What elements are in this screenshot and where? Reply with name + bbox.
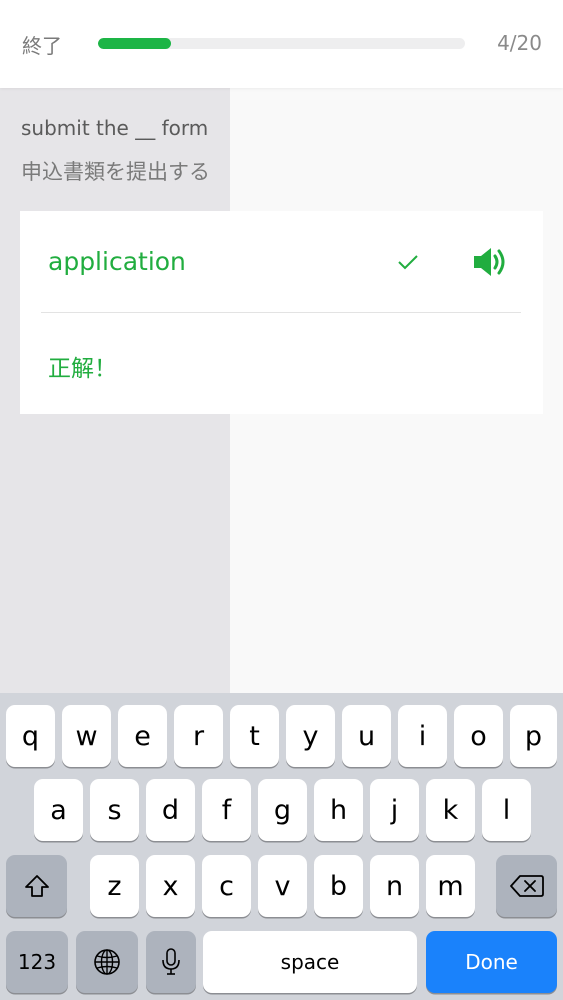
answer-input[interactable]: application <box>48 247 186 276</box>
question-sentence-en: submit the __ form <box>21 116 209 140</box>
key-r[interactable]: r <box>174 705 223 767</box>
progress-count: 4/20 <box>497 31 542 55</box>
key-p[interactable]: p <box>510 705 557 767</box>
speaker-icon[interactable] <box>472 245 508 279</box>
answer-card: application 正解！ <box>20 211 543 414</box>
key-v[interactable]: v <box>258 855 307 917</box>
key-l[interactable]: l <box>482 779 531 841</box>
quit-button[interactable]: 終了 <box>22 30 62 59</box>
key-g[interactable]: g <box>258 779 307 841</box>
globe-icon <box>94 949 120 975</box>
keyboard: q w e r t y u i o p a s d f g h j k l z … <box>0 693 563 1000</box>
space-key[interactable]: space <box>203 931 417 993</box>
key-j[interactable]: j <box>370 779 419 841</box>
key-z[interactable]: z <box>90 855 139 917</box>
shift-icon <box>24 875 49 897</box>
key-d[interactable]: d <box>146 779 195 841</box>
key-c[interactable]: c <box>202 855 251 917</box>
key-o[interactable]: o <box>454 705 503 767</box>
globe-key[interactable] <box>76 931 138 993</box>
done-key[interactable]: Done <box>426 931 557 993</box>
key-b[interactable]: b <box>314 855 363 917</box>
progress-bar <box>98 38 465 49</box>
key-x[interactable]: x <box>146 855 195 917</box>
question-area: submit the __ form 申込書類を提出する application… <box>0 88 563 693</box>
key-y[interactable]: y <box>286 705 335 767</box>
top-bar: 終了 4/20 <box>0 0 563 88</box>
quiz-screen: 終了 4/20 submit the __ form 申込書類を提出する app… <box>0 0 563 1000</box>
key-h[interactable]: h <box>314 779 363 841</box>
backspace-key[interactable] <box>496 855 557 917</box>
key-q[interactable]: q <box>6 705 55 767</box>
shift-key[interactable] <box>6 855 67 917</box>
key-a[interactable]: a <box>34 779 83 841</box>
key-m[interactable]: m <box>426 855 475 917</box>
key-n[interactable]: n <box>370 855 419 917</box>
card-divider <box>41 312 521 313</box>
backspace-icon <box>509 875 544 897</box>
check-icon <box>398 255 418 270</box>
key-f[interactable]: f <box>202 779 251 841</box>
key-e[interactable]: e <box>118 705 167 767</box>
key-k[interactable]: k <box>426 779 475 841</box>
microphone-key[interactable] <box>146 931 196 993</box>
key-u[interactable]: u <box>342 705 391 767</box>
key-t[interactable]: t <box>230 705 279 767</box>
question-sentence-ja: 申込書類を提出する <box>21 160 210 184</box>
microphone-icon <box>162 948 180 975</box>
result-message: 正解！ <box>48 356 117 382</box>
key-w[interactable]: w <box>62 705 111 767</box>
key-s[interactable]: s <box>90 779 139 841</box>
key-i[interactable]: i <box>398 705 447 767</box>
progress-fill <box>98 38 172 49</box>
numbers-key[interactable]: 123 <box>6 931 68 993</box>
